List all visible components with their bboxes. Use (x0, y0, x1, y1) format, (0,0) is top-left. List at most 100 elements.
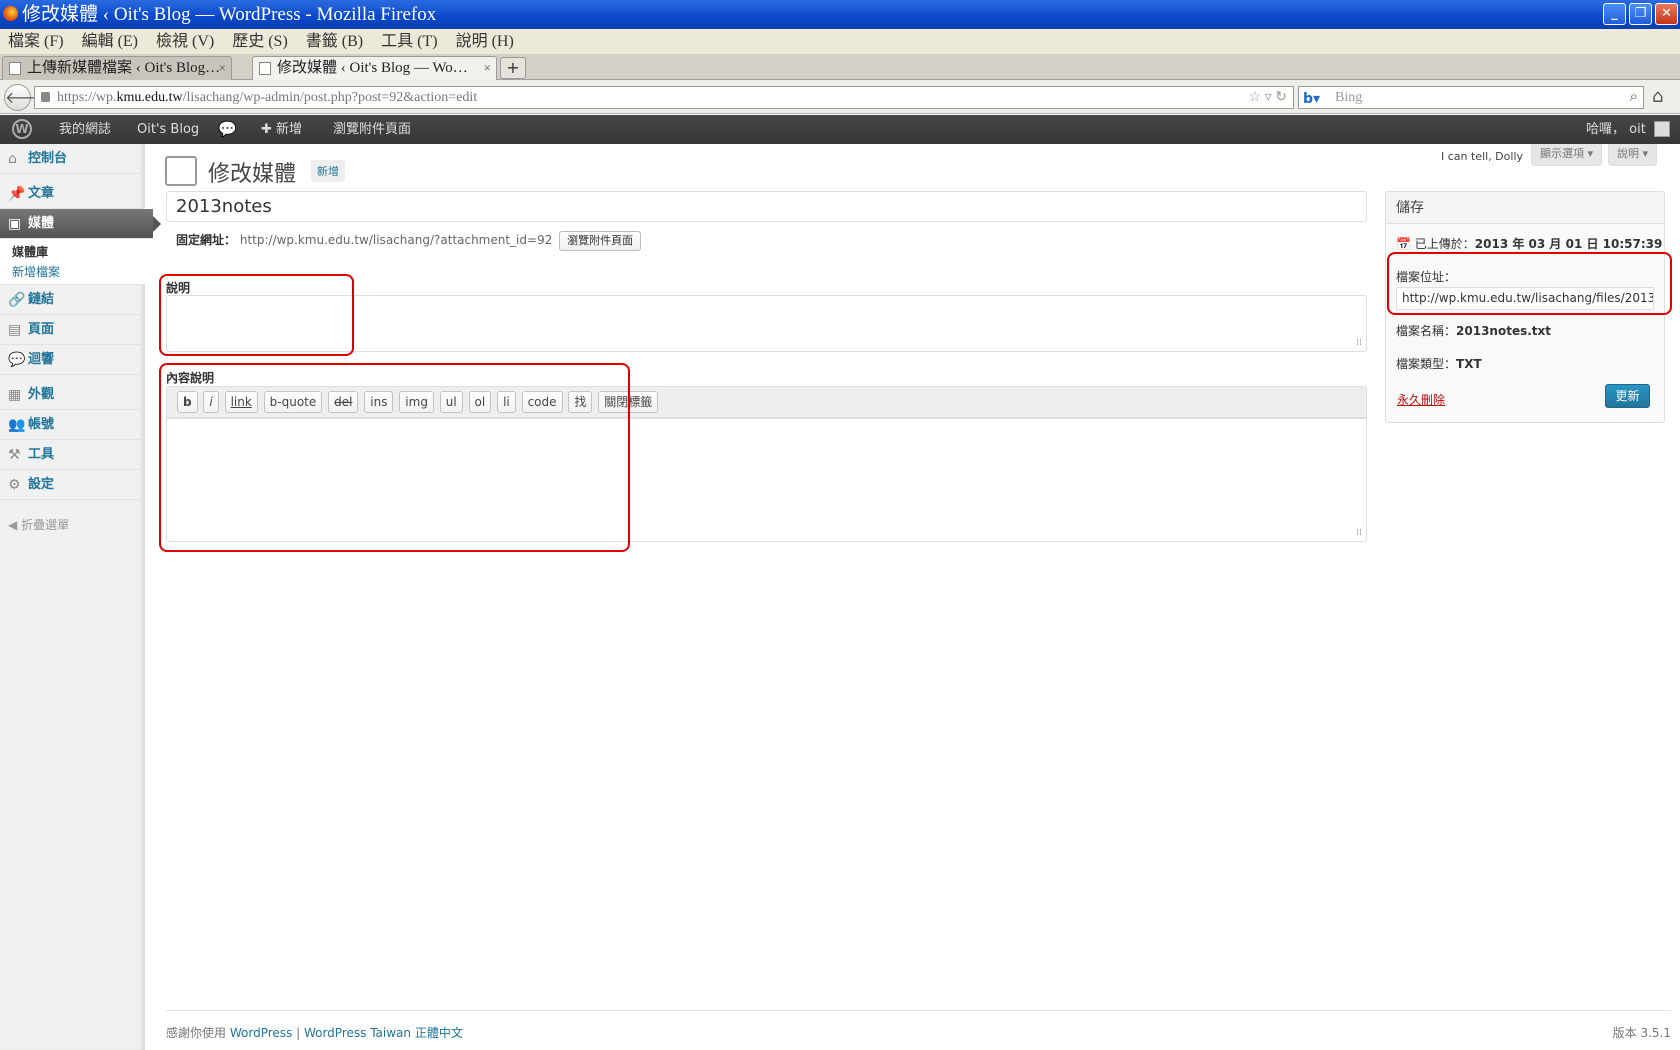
window-title: 修改媒體 ‹ Oit's Blog — WordPress - Mozilla … (22, 4, 437, 25)
footer-wordpress-taiwan-link[interactable]: WordPress Taiwan 正體中文 (304, 1026, 463, 1040)
sidebar-item-comments[interactable]: 💬 迴響 (0, 345, 145, 375)
wordpress-logo-icon[interactable]: W (12, 119, 32, 139)
footer-thanks: 感謝你使用 (166, 1026, 227, 1040)
permalink-row: 固定網址： http://wp.kmu.edu.tw/lisachang/?at… (176, 229, 642, 251)
wp-admin-bar: W 我的網誌 Oit's Blog 💬 ✚ 新增 瀏覽附件頁面 哈囉， oit (0, 115, 1680, 144)
minimize-button[interactable]: _ (1603, 3, 1626, 25)
file-type-value: TXT (1456, 357, 1482, 371)
tab-label: 修改媒體 ‹ Oit's Blog — Wo… (277, 60, 468, 76)
menu-history[interactable]: 歷史 (S) (232, 29, 288, 54)
permalink-label: 固定網址： (176, 233, 237, 247)
admin-bar-site-name[interactable]: Oit's Blog (137, 115, 199, 144)
collapse-menu-label: 折疊選單 (21, 518, 70, 532)
appearance-icon: ▦ (8, 387, 22, 403)
tab-label: 上傳新媒體檔案 ‹ Oit's Blog… (27, 60, 221, 76)
sidebar-item-label: 帳號 (28, 417, 55, 432)
tab-edit-media[interactable]: 修改媒體 ‹ Oit's Blog — Wo… × (252, 56, 497, 80)
save-metabox-title: 儲存 (1386, 192, 1664, 224)
sidebar-item-links[interactable]: 🔗 鏈結 (0, 285, 145, 315)
url-domain: kmu.edu.tw (116, 90, 183, 105)
uploaded-value: 2013 年 03 月 01 日 10:57:39 (1474, 237, 1663, 251)
file-url-highlight (1387, 252, 1672, 315)
title-input[interactable]: 2013notes (166, 191, 1367, 222)
sidebar-item-settings[interactable]: ⚙ 設定 (0, 470, 145, 500)
sidebar-item-pages[interactable]: ▤ 頁面 (0, 315, 145, 345)
uploaded-label: 已上傳於： (1414, 237, 1475, 251)
screen-options-button[interactable]: 顯示選項 ▾ (1531, 144, 1603, 166)
settings-icon: ⚙ (8, 477, 21, 493)
tab-bar: 上傳新媒體檔案 ‹ Oit's Blog… × 修改媒體 ‹ Oit's Blo… (0, 54, 1680, 80)
sidebar-item-users[interactable]: 👥 帳號 (0, 410, 145, 440)
plus-icon: ✚ (261, 122, 272, 137)
delete-permanently-link[interactable]: 永久刪除 (1397, 391, 1445, 408)
hello-dolly-lyric: I can tell, Dolly (1441, 150, 1524, 163)
collapse-menu[interactable]: ◀ 折疊選單 (8, 516, 69, 533)
collapse-arrow-icon: ◀ (8, 518, 18, 532)
bookmark-star-icon[interactable]: ☆ (1249, 90, 1262, 105)
page-title: 修改媒體 (208, 162, 297, 187)
menu-view[interactable]: 檢視 (V) (156, 29, 214, 54)
sidebar-item-label: 設定 (28, 477, 55, 492)
close-button[interactable]: ✕ (1655, 3, 1678, 25)
submenu-media-library[interactable]: 媒體庫 (12, 242, 145, 262)
sidebar-item-appearance[interactable]: ▦ 外觀 (0, 380, 145, 410)
maximize-button[interactable]: ❐ (1629, 3, 1652, 25)
tools-icon: ⚒ (8, 447, 21, 463)
sidebar-item-label: 頁面 (28, 322, 55, 337)
sidebar-item-label: 媒體 (28, 216, 55, 231)
footer-wordpress-link[interactable]: WordPress (230, 1026, 292, 1040)
search-icon[interactable]: ⌕ (1630, 87, 1638, 108)
menu-file[interactable]: 檔案 (F) (8, 29, 64, 54)
tab-close-icon[interactable]: × (219, 57, 226, 79)
submenu-add-new-file[interactable]: 新增檔案 (12, 262, 145, 282)
home-icon[interactable]: ⌂ (1652, 86, 1663, 107)
resize-grip-icon[interactable]: ⁞⁞ (1356, 528, 1362, 538)
menu-tools[interactable]: 工具 (T) (381, 29, 437, 54)
add-new-button[interactable]: 新增 (311, 160, 345, 182)
sidebar-item-dashboard[interactable]: ⌂ 控制台 (0, 144, 145, 174)
new-tab-button[interactable]: + (500, 57, 526, 79)
admin-bar-new[interactable]: ✚ 新增 (261, 115, 302, 144)
dropdown-arrow-icon[interactable]: ▿ (1265, 90, 1272, 105)
help-button[interactable]: 說明 ▾ (1608, 144, 1658, 166)
caption-highlight (159, 274, 354, 356)
chevron-down-icon: ▾ (1587, 147, 1594, 160)
avatar[interactable] (1654, 121, 1670, 137)
pin-icon: 📌 (8, 186, 26, 202)
media-submenu: 媒體庫 新增檔案 (0, 239, 145, 285)
file-name-value: 2013notes.txt (1456, 324, 1551, 338)
admin-bar-new-label: 新增 (276, 122, 303, 137)
sidebar-item-media[interactable]: ▣ 媒體 (0, 209, 161, 239)
file-type-label: 檔案類型： (1396, 357, 1457, 371)
uploaded-on-row: 📅 已上傳於：2013 年 03 月 01 日 10:57:39 (1396, 235, 1662, 252)
page-icon: ▤ (8, 322, 22, 338)
reload-icon[interactable]: ↻ (1275, 90, 1287, 105)
back-button[interactable]: 🡐 (4, 84, 48, 111)
bing-logo-icon[interactable]: b▾ (1303, 89, 1320, 110)
admin-bar-my-sites[interactable]: 我的網誌 (59, 115, 111, 144)
comment-bubble-icon[interactable]: 💬 (218, 115, 237, 144)
menu-bookmarks[interactable]: 書籤 (B) (306, 29, 363, 54)
menu-help[interactable]: 說明 (H) (456, 29, 514, 54)
update-button[interactable]: 更新 (1605, 384, 1650, 408)
resize-grip-icon[interactable]: ⁞⁞ (1356, 338, 1362, 348)
sidebar-item-label: 外觀 (28, 387, 55, 402)
address-bar[interactable]: https://wp.kmu.edu.tw/lisachang/wp-admin… (34, 86, 1294, 109)
sidebar-item-tools[interactable]: ⚒ 工具 (0, 440, 145, 470)
footer-separator: | (292, 1026, 304, 1040)
sidebar-item-posts[interactable]: 📌 文章 (0, 179, 145, 209)
firefox-logo-icon (3, 6, 18, 21)
comment-icon: 💬 (8, 352, 26, 368)
admin-sidebar: ⌂ 控制台 📌 文章 ▣ 媒體 媒體庫 新增檔案 🔗 鏈結 ▤ 頁面 💬 迴響 ▦ 外觀 👥 帳… (0, 144, 161, 1050)
url-path: /lisachang/wp-admin/post.php?post=92&act… (182, 90, 478, 105)
search-input[interactable]: b▾ Bing ⌕ (1298, 86, 1644, 109)
view-attachment-button[interactable]: 瀏覽附件頁面 (559, 231, 642, 251)
admin-bar-account[interactable]: 哈囉， oit (1586, 115, 1646, 144)
description-highlight (159, 363, 630, 552)
admin-bar-view-attachment[interactable]: 瀏覽附件頁面 (333, 115, 411, 144)
tab-close-icon[interactable]: × (484, 57, 491, 79)
howdy-text: 哈囉， (1586, 122, 1626, 137)
menu-edit[interactable]: 編輯 (E) (82, 29, 138, 54)
tab-upload-media[interactable]: 上傳新媒體檔案 ‹ Oit's Blog… × (2, 56, 232, 80)
permalink-url[interactable]: http://wp.kmu.edu.tw/lisachang/?attachme… (240, 233, 553, 247)
